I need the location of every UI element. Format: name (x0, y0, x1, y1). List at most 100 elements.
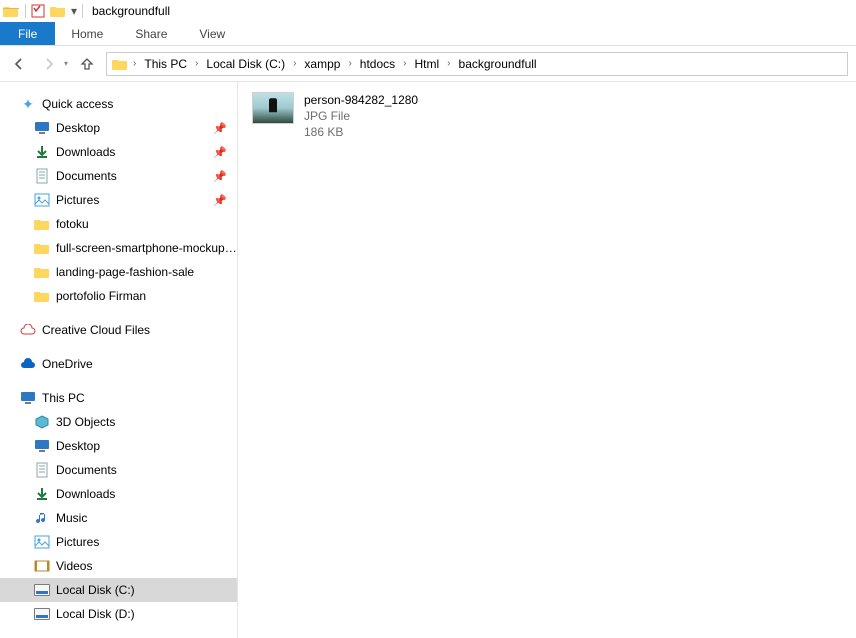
sidebar-item-folder[interactable]: landing-page-fashion-sale (0, 260, 237, 284)
sidebar-item-quick-access[interactable]: ✦ Quick access (0, 92, 237, 116)
sidebar-item-label: portofolio Firman (56, 289, 146, 303)
breadcrumb[interactable]: Html (409, 53, 446, 75)
sidebar-item-local-disk-d[interactable]: Local Disk (D:) (0, 602, 237, 626)
tab-home[interactable]: Home (55, 22, 119, 45)
file-type: JPG File (304, 108, 418, 124)
chevron-right-icon[interactable]: › (291, 58, 298, 69)
sidebar-item-label: Pictures (56, 193, 99, 207)
sidebar-item-videos[interactable]: Videos (0, 554, 237, 578)
3d-objects-icon (34, 414, 50, 430)
breadcrumb[interactable]: backgroundfull (453, 53, 543, 75)
videos-icon (34, 558, 50, 574)
sidebar-item-label: Videos (56, 559, 92, 573)
sidebar-item-label: Downloads (56, 487, 115, 501)
sidebar-item-music[interactable]: Music (0, 506, 237, 530)
sidebar-item-this-pc[interactable]: This PC (0, 386, 237, 410)
music-icon (34, 510, 50, 526)
file-size: 186 KB (304, 124, 418, 140)
this-pc-icon (20, 390, 36, 406)
recent-locations-dropdown[interactable]: ▾ (64, 59, 68, 68)
navigation-pane: ✦ Quick access Desktop 📌 Downloads 📌 Doc… (0, 82, 238, 638)
sidebar-item-folder[interactable]: full-screen-smartphone-mockup-design (0, 236, 237, 260)
sidebar-item-folder[interactable]: portofolio Firman (0, 284, 237, 308)
folder-icon (34, 288, 50, 304)
sidebar-item-documents[interactable]: Documents 📌 (0, 164, 237, 188)
downloads-icon (34, 144, 50, 160)
sidebar-item-downloads[interactable]: Downloads 📌 (0, 140, 237, 164)
pictures-icon (34, 192, 50, 208)
desktop-icon (34, 438, 50, 454)
sidebar-item-label: Desktop (56, 121, 100, 135)
onedrive-icon (20, 356, 36, 372)
file-item[interactable]: person-984282_1280 JPG File 186 KB (252, 92, 532, 141)
sidebar-item-local-disk-c[interactable]: Local Disk (C:) (0, 578, 237, 602)
chevron-right-icon[interactable]: › (193, 58, 200, 69)
sidebar-item-label: 3D Objects (56, 415, 115, 429)
forward-button[interactable] (38, 53, 60, 75)
sidebar-item-label: Downloads (56, 145, 115, 159)
folder-icon (34, 240, 50, 256)
qat-properties-icon[interactable] (29, 2, 47, 20)
pin-icon: 📌 (213, 194, 227, 207)
sidebar-item-pictures[interactable]: Pictures 📌 (0, 188, 237, 212)
folder-icon (49, 2, 67, 20)
sidebar-item-desktop[interactable]: Desktop 📌 (0, 116, 237, 140)
sidebar-item-label: This PC (42, 391, 85, 405)
file-list[interactable]: person-984282_1280 JPG File 186 KB (238, 82, 856, 638)
documents-icon (34, 462, 50, 478)
divider (25, 4, 26, 18)
tab-share[interactable]: Share (119, 22, 183, 45)
main-area: ✦ Quick access Desktop 📌 Downloads 📌 Doc… (0, 82, 856, 638)
downloads-icon (34, 486, 50, 502)
qat-dropdown-icon[interactable]: ▾ (69, 4, 79, 18)
sidebar-item-label: Documents (56, 169, 117, 183)
sidebar-item-pictures[interactable]: Pictures (0, 530, 237, 554)
address-bar[interactable]: › This PC › Local Disk (C:) › xampp › ht… (106, 52, 848, 76)
sidebar-item-label: Creative Cloud Files (42, 323, 150, 337)
file-meta: person-984282_1280 JPG File 186 KB (304, 92, 418, 141)
file-name: person-984282_1280 (304, 92, 418, 108)
window-title: backgroundfull (92, 4, 170, 18)
pictures-icon (34, 534, 50, 550)
folder-icon (34, 216, 50, 232)
sidebar-item-folder[interactable]: fotoku (0, 212, 237, 236)
file-tab[interactable]: File (0, 22, 55, 45)
sidebar-item-label: full-screen-smartphone-mockup-design (56, 241, 237, 255)
sidebar-item-label: fotoku (56, 217, 89, 231)
sidebar-item-downloads[interactable]: Downloads (0, 482, 237, 506)
sidebar-item-label: OneDrive (42, 357, 93, 371)
breadcrumb[interactable]: This PC (138, 53, 193, 75)
chevron-right-icon[interactable]: › (401, 58, 408, 69)
sidebar-item-onedrive[interactable]: OneDrive (0, 352, 237, 376)
quick-access-icon: ✦ (20, 96, 36, 112)
sidebar-item-creative-cloud[interactable]: Creative Cloud Files (0, 318, 237, 342)
sidebar-item-label: landing-page-fashion-sale (56, 265, 194, 279)
sidebar-item-label: Documents (56, 463, 117, 477)
sidebar-item-documents[interactable]: Documents (0, 458, 237, 482)
disk-icon (34, 582, 50, 598)
sidebar-item-label: Local Disk (D:) (56, 607, 135, 621)
up-button[interactable] (76, 53, 98, 75)
back-button[interactable] (8, 53, 30, 75)
folder-icon (34, 264, 50, 280)
desktop-icon (34, 120, 50, 136)
breadcrumb[interactable]: htdocs (354, 53, 401, 75)
tab-view[interactable]: View (183, 22, 241, 45)
chevron-right-icon[interactable]: › (346, 58, 353, 69)
nav-bar: ▾ › This PC › Local Disk (C:) › xampp › … (0, 46, 856, 82)
sidebar-item-label: Music (56, 511, 87, 525)
breadcrumb[interactable]: xampp (298, 53, 346, 75)
disk-icon (34, 606, 50, 622)
breadcrumb[interactable]: Local Disk (C:) (200, 53, 291, 75)
chevron-right-icon[interactable]: › (445, 58, 452, 69)
sidebar-item-3d-objects[interactable]: 3D Objects (0, 410, 237, 434)
file-thumbnail (252, 92, 294, 124)
sidebar-item-label: Desktop (56, 439, 100, 453)
pin-icon: 📌 (213, 122, 227, 135)
documents-icon (34, 168, 50, 184)
creative-cloud-icon (20, 322, 36, 338)
ribbon-tabs: File Home Share View (0, 22, 856, 46)
sidebar-item-desktop[interactable]: Desktop (0, 434, 237, 458)
chevron-right-icon[interactable]: › (131, 58, 138, 69)
sidebar-item-label: Pictures (56, 535, 99, 549)
